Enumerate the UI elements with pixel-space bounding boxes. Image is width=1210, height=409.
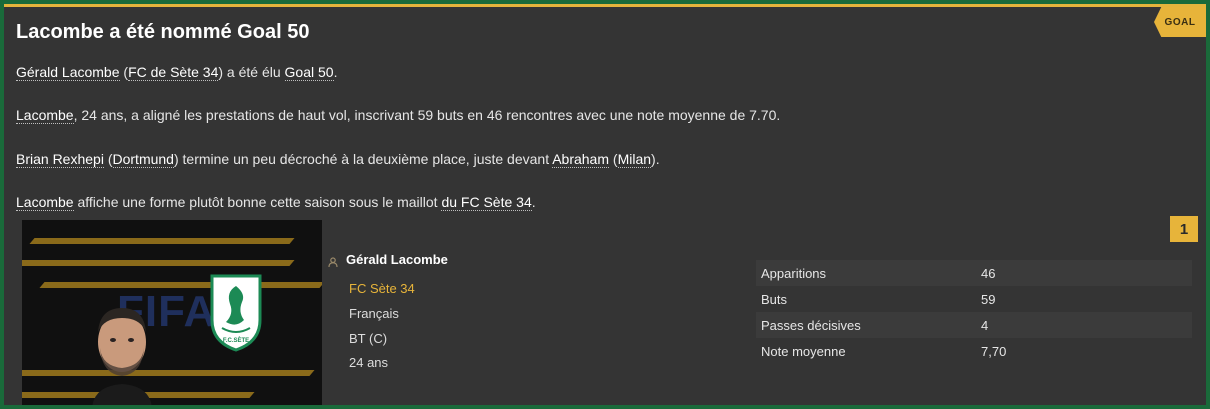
text: ( xyxy=(103,151,113,167)
text: , 24 ans, a aligné les prestations de ha… xyxy=(73,107,781,123)
player-link[interactable]: Brian Rexhepi xyxy=(16,151,104,168)
text: ( xyxy=(119,64,129,80)
paragraph-1: Gérald Lacombe (FC de Sète 34) a été élu… xyxy=(16,64,338,81)
text: ). xyxy=(651,151,660,167)
text: ) a été élu xyxy=(218,64,285,80)
club-link[interactable]: FC de Sète 34 xyxy=(128,64,219,81)
stat-value: 7,70 xyxy=(981,343,1007,359)
club-link[interactable]: du FC Sète 34 xyxy=(441,194,532,211)
player-name[interactable]: Gérald Lacombe xyxy=(346,252,448,267)
text: ( xyxy=(609,151,618,167)
stat-value: 59 xyxy=(981,291,996,307)
stat-label: Buts xyxy=(761,291,788,307)
stats-table: Apparitions 46 Buts 59 Passes décisives … xyxy=(756,260,1192,364)
club-link[interactable]: Milan xyxy=(617,151,652,168)
news-panel: Lacombe a été nommé Goal 50 GOAL Gérald … xyxy=(4,4,1206,405)
text: affiche une forme plutôt bonne cette sai… xyxy=(73,194,442,210)
player-age: 24 ans xyxy=(349,355,389,370)
text: ) termine un peu décroché à la deuxième … xyxy=(173,151,553,167)
player-photo-card[interactable]: FIFA F.C.SÈTE xyxy=(22,220,322,405)
stats-row: Buts 59 xyxy=(756,286,1192,312)
stat-label: Note moyenne xyxy=(761,343,846,359)
player-link[interactable]: Gérald Lacombe xyxy=(16,64,120,81)
player-position: BT (C) xyxy=(349,331,388,346)
window-frame: Lacombe a été nommé Goal 50 GOAL Gérald … xyxy=(0,0,1210,409)
stat-label: Passes décisives xyxy=(761,317,861,333)
text: . xyxy=(333,64,338,80)
stats-row: Apparitions 46 xyxy=(756,260,1192,286)
club-link[interactable]: Dortmund xyxy=(112,151,174,168)
goal-badge: GOAL xyxy=(1154,7,1206,37)
paragraph-2: Lacombe, 24 ans, a aligné les prestation… xyxy=(16,107,781,124)
award-link[interactable]: Goal 50 xyxy=(284,64,334,81)
stats-row: Passes décisives 4 xyxy=(756,312,1192,338)
player-club[interactable]: FC Sète 34 xyxy=(349,281,415,296)
text: . xyxy=(531,194,536,210)
decor-stripe xyxy=(29,238,295,244)
stat-label: Apparitions xyxy=(761,265,827,281)
person-icon xyxy=(328,257,338,267)
news-title: Lacombe a été nommé Goal 50 xyxy=(16,21,310,43)
player-link[interactable]: Lacombe xyxy=(16,194,74,211)
player-link[interactable]: Lacombe xyxy=(16,107,74,124)
decor-stripe xyxy=(22,260,295,266)
player-face-icon xyxy=(92,308,152,405)
crest-text: F.C.SÈTE xyxy=(223,336,249,344)
stat-value: 4 xyxy=(981,317,989,333)
player-link[interactable]: Abraham xyxy=(552,151,610,168)
stats-row: Note moyenne 7,70 xyxy=(756,338,1192,364)
player-nationality: Français xyxy=(349,306,399,321)
rank-badge: 1 xyxy=(1170,216,1198,242)
club-crest-icon: F.C.SÈTE xyxy=(210,274,262,352)
paragraph-4: Lacombe affiche une forme plutôt bonne c… xyxy=(16,194,536,211)
decor-stripe xyxy=(22,370,315,376)
paragraph-3: Brian Rexhepi (Dortmund) termine un peu … xyxy=(16,151,660,168)
stat-value: 46 xyxy=(981,265,996,281)
